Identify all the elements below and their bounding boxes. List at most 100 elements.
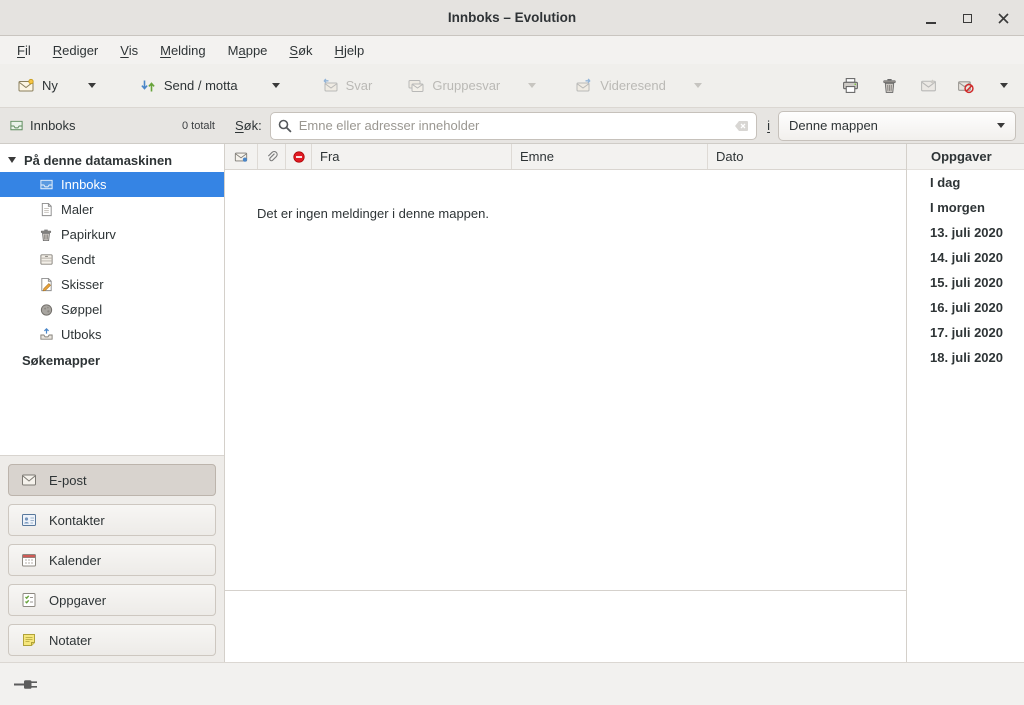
search-scope-dropdown[interactable]: Denne mappen xyxy=(778,111,1016,141)
account-label: På denne datamaskinen xyxy=(24,153,172,168)
task-group-date[interactable]: 14. juli 2020 xyxy=(907,245,1024,270)
menu-melding[interactable]: Melding xyxy=(149,36,217,64)
search-input[interactable] xyxy=(299,118,728,133)
search-folders-root[interactable]: Søkemapper xyxy=(0,348,224,373)
task-group-date[interactable]: 17. juli 2020 xyxy=(907,320,1024,345)
tasks-panel: Oppgaver I dag I morgen 13. juli 2020 14… xyxy=(906,144,1024,662)
chevron-down-icon xyxy=(997,123,1005,128)
reply-icon xyxy=(322,78,338,94)
folder-label: Maler xyxy=(61,202,94,217)
delete-junk-button xyxy=(951,71,980,100)
task-group-date[interactable]: 16. juli 2020 xyxy=(907,295,1024,320)
switcher-label: E-post xyxy=(49,473,87,488)
folder-label: Innboks xyxy=(61,177,107,192)
tasks-icon xyxy=(21,592,37,608)
column-from[interactable]: Fra xyxy=(312,144,512,169)
content-area: På denne datamaskinen Innboks Maler Papi… xyxy=(0,144,1024,662)
menu-melding-label: Melding xyxy=(160,43,206,58)
menu-mappe-label: Mappe xyxy=(228,43,268,58)
folder-message-count: 0 totalt xyxy=(182,120,215,132)
menu-vis[interactable]: Vis xyxy=(109,36,149,64)
folder-skisser[interactable]: Skisser xyxy=(0,272,224,297)
window-title: Innboks – Evolution xyxy=(0,10,1024,25)
titlebar[interactable]: Innboks – Evolution xyxy=(0,0,1024,36)
search-entry[interactable] xyxy=(270,112,757,140)
account-on-this-computer[interactable]: På denne datamaskinen xyxy=(0,148,224,172)
menu-rediger[interactable]: Rediger xyxy=(42,36,110,64)
folder-innboks[interactable]: Innboks xyxy=(0,172,224,197)
switcher-calendar-button[interactable]: Kalender xyxy=(8,544,216,576)
switcher-label: Notater xyxy=(49,633,92,648)
evolution-window: Innboks – Evolution Fil Rediger Vis Meld… xyxy=(0,0,1024,705)
folder-soppel[interactable]: Søppel xyxy=(0,297,224,322)
calendar-icon xyxy=(21,552,37,568)
column-subject-label: Emne xyxy=(520,149,554,164)
column-attachment[interactable] xyxy=(258,144,286,169)
task-group-date[interactable]: 15. juli 2020 xyxy=(907,270,1024,295)
online-status-icon[interactable] xyxy=(14,678,42,691)
close-button[interactable] xyxy=(990,5,1016,31)
column-subject[interactable]: Emne xyxy=(512,144,708,169)
task-group-today[interactable]: I dag xyxy=(907,170,1024,195)
inbox-icon xyxy=(8,118,24,133)
search-icon xyxy=(277,118,293,134)
expander-icon[interactable] xyxy=(8,157,16,163)
folder-maler[interactable]: Maler xyxy=(0,197,224,222)
message-list[interactable]: Det er ingen meldinger i denne mappen. xyxy=(225,170,906,590)
task-group-tomorrow[interactable]: I morgen xyxy=(907,195,1024,220)
column-from-label: Fra xyxy=(320,149,340,164)
column-status[interactable] xyxy=(225,144,258,169)
chevron-down-icon xyxy=(694,83,702,88)
clear-search-icon[interactable] xyxy=(734,118,750,134)
current-folder-name: Innboks xyxy=(30,118,76,133)
not-junk-icon xyxy=(957,77,974,94)
delete-button[interactable] xyxy=(875,71,904,100)
task-group-date[interactable]: 13. juli 2020 xyxy=(907,220,1024,245)
tasks-panel-header[interactable]: Oppgaver xyxy=(907,144,1024,170)
menu-mappe[interactable]: Mappe xyxy=(217,36,279,64)
chevron-down-icon[interactable] xyxy=(272,83,280,88)
maximize-icon xyxy=(963,14,972,23)
column-importance[interactable] xyxy=(286,144,312,169)
junk-icon xyxy=(920,77,937,94)
menu-hjelp[interactable]: Hjelp xyxy=(324,36,376,64)
search-scope-value: Denne mappen xyxy=(789,118,997,133)
importance-icon xyxy=(292,150,306,164)
new-button-label: Ny xyxy=(42,78,58,93)
folder-tree: På denne datamaskinen Innboks Maler Papi… xyxy=(0,144,224,455)
chevron-down-icon[interactable] xyxy=(88,83,96,88)
folder-utboks[interactable]: Utboks xyxy=(0,322,224,347)
switcher-mail-button[interactable]: E-post xyxy=(8,464,216,496)
reply-button: Svar xyxy=(314,72,381,100)
folder-label: Papirkurv xyxy=(61,227,116,242)
menu-sok[interactable]: Søk xyxy=(278,36,323,64)
toolbar-overflow-button[interactable] xyxy=(1000,83,1008,88)
folder-papirkurv[interactable]: Papirkurv xyxy=(0,222,224,247)
inbox-icon xyxy=(38,177,54,192)
toolbar: Ny Send / motta Svar Gruppesvar Viderese… xyxy=(0,64,1024,108)
new-mail-icon xyxy=(18,78,34,94)
print-button[interactable] xyxy=(836,71,865,100)
message-status-icon xyxy=(234,150,248,164)
junk-button xyxy=(914,71,943,100)
column-date[interactable]: Dato xyxy=(708,144,906,169)
view-switcher: E-post Kontakter Kalender Oppgaver Notat… xyxy=(0,455,224,662)
folder-sendt[interactable]: Sendt xyxy=(0,247,224,272)
print-icon xyxy=(842,77,859,94)
new-message-button[interactable]: Ny xyxy=(10,72,104,100)
close-icon xyxy=(998,13,1009,24)
search-field-label: Søk: xyxy=(235,118,262,133)
switcher-notes-button[interactable]: Notater xyxy=(8,624,216,656)
notes-icon xyxy=(21,632,37,648)
minimize-button[interactable] xyxy=(918,5,944,31)
menu-fil[interactable]: Fil xyxy=(6,36,42,64)
switcher-contacts-button[interactable]: Kontakter xyxy=(8,504,216,536)
task-group-date[interactable]: 18. juli 2020 xyxy=(907,345,1024,370)
menu-sok-label: Søk xyxy=(289,43,312,58)
send-receive-button[interactable]: Send / motta xyxy=(132,72,288,100)
forward-icon xyxy=(576,78,592,94)
folder-label: Sendt xyxy=(61,252,95,267)
switcher-tasks-button[interactable]: Oppgaver xyxy=(8,584,216,616)
maximize-button[interactable] xyxy=(954,5,980,31)
menu-fil-label: Fil xyxy=(17,43,31,58)
